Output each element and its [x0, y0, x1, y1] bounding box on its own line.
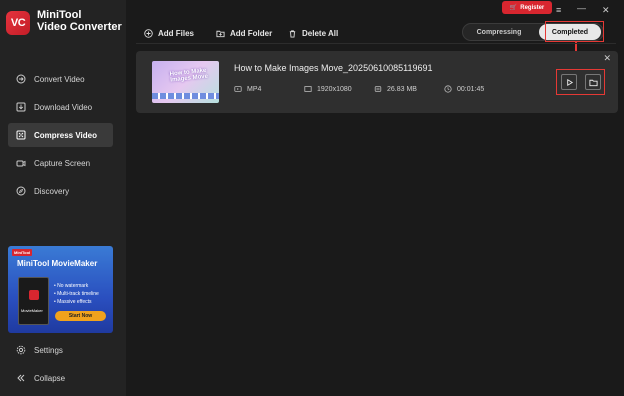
- sidebar-item-label: Capture Screen: [34, 158, 91, 168]
- add-folder-label: Add Folder: [230, 28, 273, 38]
- sidebar-item-download-video[interactable]: Download Video: [8, 95, 113, 119]
- actions-highlight-box: [556, 69, 605, 95]
- promo-badge: MiniTool: [12, 249, 33, 256]
- brand: VC MiniTool Video Converter: [6, 9, 122, 35]
- sidebar-item-discovery[interactable]: Discovery: [8, 179, 113, 203]
- brand-line2: Video Converter: [37, 21, 122, 33]
- delete-all-label: Delete All: [302, 28, 339, 38]
- minimize-icon[interactable]: —: [577, 3, 586, 13]
- promo-feature: • Massive effects: [54, 299, 92, 305]
- sidebar: VC MiniTool Video Converter Convert Vide…: [0, 0, 126, 396]
- main-panel: 🛒 Register ≡ — ✕ Add Files Add Folder De…: [126, 0, 624, 396]
- file-size: 26.83 MB: [374, 85, 417, 93]
- file-name: How to Make Images Move_2025061008511969…: [234, 63, 433, 73]
- promo-product-box-image: MovieMaker: [18, 277, 49, 325]
- menu-icon[interactable]: ≡: [556, 5, 561, 15]
- video-file-icon: [234, 86, 242, 92]
- thumbnail-filmstrip: [152, 93, 219, 99]
- file-size-icon: [374, 86, 382, 92]
- trash-icon: [289, 29, 296, 38]
- file-resolution: 1920x1080: [304, 85, 352, 93]
- toolbar-divider: [136, 43, 616, 44]
- collapse-label: Collapse: [34, 373, 66, 383]
- remove-file-icon[interactable]: ✕: [603, 53, 611, 64]
- moviemaker-promo-banner[interactable]: MiniTool MiniTool MovieMaker MovieMaker …: [8, 246, 113, 333]
- add-folder-button[interactable]: Add Folder: [216, 27, 272, 39]
- promo-title: MiniTool MovieMaker: [17, 259, 98, 268]
- close-window-icon[interactable]: ✕: [602, 5, 610, 16]
- sidebar-item-label: Compress Video: [34, 130, 97, 140]
- brand-line1: MiniTool: [37, 9, 82, 21]
- folder-plus-icon: [216, 30, 225, 37]
- add-files-button[interactable]: Add Files: [144, 27, 194, 39]
- resolution-value: 1920x1080: [317, 85, 352, 93]
- video-thumbnail: How to Make Images Move: [152, 61, 219, 103]
- sidebar-item-label: Download Video: [34, 102, 93, 112]
- promo-feature: • Multi-track timeline: [54, 291, 99, 297]
- thumbnail-text: How to Make Images Move: [169, 67, 209, 84]
- register-button[interactable]: 🛒 Register: [502, 1, 552, 14]
- gear-icon: [16, 345, 26, 355]
- tab-compressing[interactable]: Compressing: [465, 24, 533, 40]
- file-duration: 00:01:45: [444, 85, 484, 93]
- clock-icon: [444, 85, 452, 93]
- sidebar-item-label: Discovery: [34, 186, 70, 196]
- file-format: MP4: [234, 85, 261, 93]
- promo-feature: • No watermark: [54, 283, 89, 289]
- file-card: How to Make Images Move How to Make Imag…: [136, 51, 618, 113]
- register-label: Register: [520, 4, 545, 11]
- moviemaker-logo-icon: [29, 290, 39, 300]
- format-value: MP4: [247, 85, 262, 93]
- brand-name: MiniTool Video Converter: [37, 9, 122, 33]
- sidebar-item-compress-video[interactable]: Compress Video: [8, 123, 113, 147]
- add-files-label: Add Files: [158, 28, 195, 38]
- sidebar-item-convert-video[interactable]: Convert Video: [8, 67, 113, 91]
- app-logo-icon: VC: [6, 11, 30, 35]
- completed-highlight-box: [545, 21, 604, 42]
- cart-icon: 🛒: [509, 5, 518, 11]
- convert-icon: [16, 74, 26, 84]
- start-now-button[interactable]: Start Now: [55, 311, 106, 321]
- download-icon: [16, 102, 26, 112]
- plus-circle-icon: [144, 28, 153, 38]
- duration-value: 00:01:45: [457, 85, 485, 93]
- resolution-icon: [304, 86, 312, 92]
- compress-icon: [16, 130, 26, 140]
- promo-box-label: MovieMaker: [21, 308, 43, 313]
- collapse-button[interactable]: Collapse: [8, 366, 113, 390]
- delete-all-button[interactable]: Delete All: [288, 27, 338, 39]
- double-chevron-left-icon: [16, 373, 26, 383]
- camera-icon: [16, 158, 26, 168]
- size-value: 26.83 MB: [387, 85, 417, 93]
- settings-label: Settings: [34, 345, 63, 355]
- sidebar-item-label: Convert Video: [34, 74, 85, 84]
- compass-icon: [16, 186, 26, 196]
- sidebar-item-capture-screen[interactable]: Capture Screen: [8, 151, 113, 175]
- settings-button[interactable]: Settings: [8, 338, 113, 362]
